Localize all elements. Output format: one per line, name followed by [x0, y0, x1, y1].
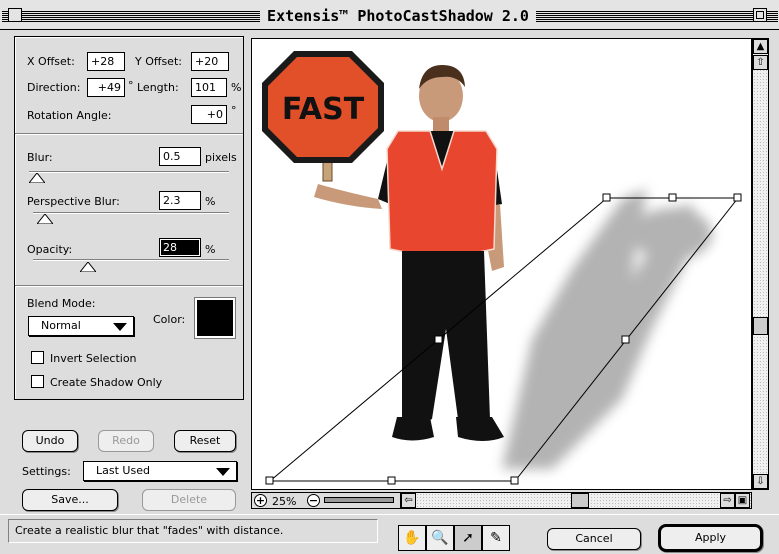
zoom-in-icon[interactable]: +	[254, 494, 267, 507]
opacity-slider-thumb[interactable]	[79, 262, 96, 272]
sign-text: FAST	[282, 92, 365, 127]
window-title: Extensis™ PhotoCastShadow 2.0	[260, 6, 536, 26]
preview-image: FAST	[262, 51, 742, 485]
chevron-down-icon	[216, 468, 230, 476]
invert-selection-checkbox[interactable]	[31, 351, 44, 364]
reset-button[interactable]: Reset	[174, 430, 236, 452]
zoom-bar: + 25% −	[251, 492, 401, 509]
close-box[interactable]	[8, 8, 22, 22]
opacity-slider-track[interactable]	[33, 259, 229, 261]
length-label: Length:	[137, 81, 179, 94]
blur-unit: pixels	[205, 151, 237, 164]
blend-mode-label: Blend Mode:	[27, 297, 96, 310]
eyedropper-icon[interactable]: ✎	[482, 525, 510, 551]
opacity-unit: %	[205, 243, 216, 256]
zoom-slider[interactable]	[324, 497, 394, 503]
cancel-button[interactable]: Cancel	[547, 528, 641, 550]
perspective-blur-field[interactable]: 2.3	[159, 191, 201, 210]
blur-slider-thumb[interactable]	[29, 173, 45, 183]
divider	[15, 285, 243, 287]
blend-mode-value: Normal	[41, 319, 81, 332]
direction-field[interactable]: +49	[87, 78, 125, 97]
stop-sign: FAST	[262, 51, 384, 182]
blur-label: Blur:	[27, 151, 53, 164]
horizontal-scrollbar[interactable]: ⇦ ⇨ ▣	[400, 492, 752, 509]
scroll-down-arrow-icon[interactable]: ⇩	[753, 474, 768, 489]
zoom-level: 25%	[272, 495, 297, 508]
shadow-color-swatch[interactable]	[197, 300, 233, 336]
scroll-up-arrow-icon[interactable]: ▲	[753, 39, 768, 54]
preview-canvas[interactable]: FAST	[251, 38, 752, 490]
status-bar: Create a realistic blur that "fades" wit…	[0, 514, 779, 554]
create-shadow-only-label: Create Shadow Only	[50, 376, 163, 389]
delete-button[interactable]: Delete	[142, 489, 236, 511]
opacity-field[interactable]: 28	[159, 238, 201, 257]
redo-button[interactable]: Redo	[98, 430, 154, 452]
zoom-icon[interactable]: 🔍	[426, 525, 454, 551]
hand-icon[interactable]: ✋	[398, 525, 426, 551]
perspective-blur-slider-track[interactable]	[33, 212, 229, 214]
rotation-angle-field[interactable]: +0	[191, 105, 227, 124]
opacity-label: Opacity:	[27, 243, 73, 256]
undo-button[interactable]: Undo	[22, 430, 78, 452]
apply-button[interactable]: Apply	[658, 524, 763, 552]
zoom-out-icon[interactable]: −	[307, 494, 320, 507]
settings-popup[interactable]: Last Used	[83, 461, 237, 481]
color-label: Color:	[153, 313, 186, 326]
y-offset-field[interactable]: +20	[191, 52, 229, 71]
invert-selection-label: Invert Selection	[50, 352, 137, 365]
cast-shadow	[502, 189, 712, 469]
scroll-left-arrow-icon[interactable]: ⇦	[401, 493, 416, 508]
perspective-blur-slider-thumb[interactable]	[36, 214, 53, 224]
zoom-box[interactable]	[753, 8, 767, 22]
vertical-scrollbar[interactable]: ▲ ⇧ ⇩	[752, 38, 769, 490]
create-shadow-only-checkbox[interactable]	[31, 375, 44, 388]
chevron-down-icon	[113, 323, 127, 331]
settings-panel: X Offset: +28 Y Offset: +20 Direction: +…	[14, 36, 244, 400]
length-field[interactable]: 101	[191, 78, 227, 97]
vertical-scroll-thumb[interactable]	[753, 317, 768, 335]
horizontal-scroll-thumb[interactable]	[571, 493, 589, 508]
perspective-blur-unit: %	[205, 195, 216, 208]
length-percent-symbol: %	[231, 81, 242, 94]
blur-field[interactable]: 0.5	[159, 147, 201, 166]
settings-value: Last Used	[96, 464, 150, 477]
rotation-angle-label: Rotation Angle:	[27, 109, 112, 122]
divider	[15, 133, 243, 135]
blur-slider-track[interactable]	[29, 171, 229, 173]
direction-degree-symbol: °	[128, 79, 134, 92]
perspective-blur-label: Perspective Blur:	[27, 195, 120, 208]
resize-grip-icon[interactable]: ▣	[735, 493, 750, 508]
y-offset-label: Y Offset:	[135, 55, 182, 68]
save-button[interactable]: Save...	[22, 489, 118, 511]
direction-label: Direction:	[27, 81, 81, 94]
title-bar[interactable]: Extensis™ PhotoCastShadow 2.0	[0, 0, 779, 30]
x-offset-field[interactable]: +28	[87, 52, 125, 71]
rotation-degree-symbol: °	[231, 104, 237, 117]
blend-mode-popup[interactable]: Normal	[28, 316, 134, 336]
move-icon[interactable]: ➚	[454, 525, 482, 551]
scroll-right-arrow-icon[interactable]: ⇨	[720, 493, 735, 508]
scroll-up-arrow-icon[interactable]: ⇧	[753, 55, 768, 70]
x-offset-label: X Offset:	[27, 55, 75, 68]
status-message: Create a realistic blur that "fades" wit…	[8, 519, 378, 543]
settings-label: Settings:	[22, 465, 71, 478]
